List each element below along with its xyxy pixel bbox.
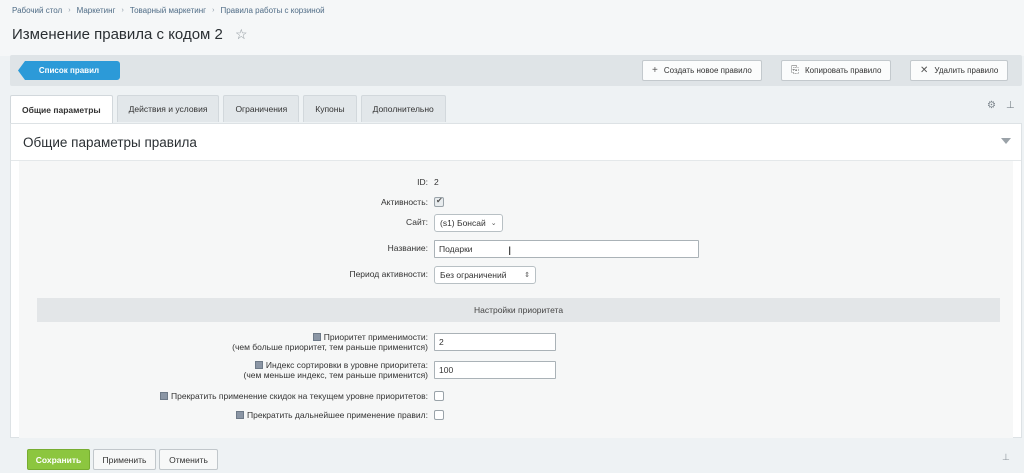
chevron-right-icon: › [212, 7, 215, 14]
delete-rule-label: Удалить правило [934, 66, 999, 75]
hint-square-icon [236, 411, 244, 419]
chevron-down-icon: ⌄ [490, 220, 497, 227]
hint-square-icon [312, 333, 321, 341]
stop-all-label: Прекратить дальнейшее применение правил: [236, 410, 428, 420]
period-select-value: Без ограничений [440, 270, 507, 280]
star-icon[interactable]: ☆ [235, 26, 248, 43]
active-checkbox[interactable] [434, 196, 444, 207]
tab-coupons[interactable]: Купоны [303, 95, 357, 122]
toolbar: Список правил + Создать новое правило ⎘ … [10, 55, 1022, 86]
breadcrumb-item-product-marketing[interactable]: Товарный маркетинг [130, 6, 206, 15]
bottom-bar: Сохранить Применить Отменить ⊥ [0, 444, 1024, 473]
period-select[interactable]: Без ограничений ⇕ [434, 266, 536, 284]
create-rule-label: Создать новое правило [663, 66, 752, 75]
name-input[interactable]: Подарки [434, 240, 699, 258]
chevron-right-icon: › [121, 7, 124, 14]
copy-rule-button[interactable]: ⎘ Копировать правило [781, 60, 892, 81]
stop-all-checkbox[interactable] [434, 410, 444, 420]
id-row: ID: 2 [19, 173, 1013, 193]
save-button[interactable]: Сохранить [27, 449, 90, 470]
breadcrumb: Рабочий стол › Маркетинг › Товарный марк… [12, 6, 325, 15]
id-label: ID: [417, 177, 428, 187]
hint-square-icon [160, 392, 168, 400]
stop-level-label: Прекратить применение скидок на текущем … [160, 391, 428, 401]
sort-label: Индекс сортировки в уровне приоритета: (… [243, 360, 429, 380]
site-label: Сайт: [406, 217, 428, 227]
site-row: Сайт: (s1) Бонсай ⌄ [19, 213, 1013, 233]
site-select-value: (s1) Бонсай [440, 218, 486, 228]
stop-all-row: Прекратить дальнейшее применение правил: [19, 406, 1013, 426]
hint-square-icon [254, 361, 263, 369]
tab-bar: Общие параметры Действия и условия Огран… [10, 95, 446, 123]
breadcrumb-item-marketing[interactable]: Маркетинг [77, 6, 116, 15]
updown-arrow-icon: ⇕ [524, 272, 530, 279]
priority-section-header: Настройки приоритета [37, 298, 1000, 322]
active-label: Активность: [381, 197, 428, 207]
period-label: Период активности: [349, 269, 428, 279]
period-row: Период активности: Без ограничений ⇕ [19, 265, 1013, 285]
priority-row: Приоритет применимости: (чем больше прио… [19, 332, 1013, 354]
panel-title: Общие параметры правила [23, 135, 197, 150]
sort-input[interactable]: 100 [434, 361, 556, 379]
top-header: Рабочий стол › Маркетинг › Товарный марк… [0, 0, 1024, 56]
plus-icon: + [652, 65, 658, 76]
close-icon: ✕ [920, 65, 929, 76]
site-select[interactable]: (s1) Бонсай ⌄ [434, 214, 503, 232]
copy-rule-label: Копировать правило [805, 66, 882, 75]
copy-icon: ⎘ [791, 65, 799, 76]
stop-level-checkbox[interactable] [434, 391, 444, 401]
tab-general[interactable]: Общие параметры [10, 95, 113, 123]
priority-input[interactable]: 2 [434, 333, 556, 351]
stop-level-row: Прекратить применение скидок на текущем … [19, 387, 1013, 407]
priority-label: Приоритет применимости: (чем больше прио… [232, 332, 428, 352]
tab-restrictions[interactable]: Ограничения [223, 95, 300, 122]
breadcrumb-item-cart-rules[interactable]: Правила работы с корзиной [220, 6, 324, 15]
apply-button[interactable]: Применить [93, 449, 156, 470]
name-label: Название: [387, 243, 428, 253]
create-rule-button[interactable]: + Создать новое правило [642, 60, 762, 81]
name-row: Название: Подарки [19, 239, 1013, 259]
id-value: 2 [434, 177, 439, 187]
tab-additional[interactable]: Дополнительно [360, 95, 446, 122]
page-title: Изменение правила с кодом 2 [12, 26, 223, 43]
cancel-button[interactable]: Отменить [159, 449, 218, 470]
tab-actions-conditions[interactable]: Действия и условия [116, 95, 220, 122]
text-cursor-icon: I [508, 244, 512, 258]
general-params-panel: Общие параметры правила ID: 2 Активность… [10, 123, 1022, 438]
breadcrumb-item-desktop[interactable]: Рабочий стол [12, 6, 62, 15]
gear-icon[interactable]: ⚙ [987, 100, 996, 111]
pin-icon[interactable]: ⊥ [1006, 100, 1015, 111]
tab-tools: ⚙ ⊥ [987, 100, 1015, 111]
active-row: Активность: [19, 193, 1013, 213]
chevron-right-icon: › [68, 7, 71, 14]
delete-rule-button[interactable]: ✕ Удалить правило [910, 60, 1009, 81]
chevron-down-icon[interactable] [1001, 138, 1011, 144]
form-area: ID: 2 Активность: Сайт: (s1) Бонсай ⌄ На… [19, 161, 1013, 438]
rules-list-button[interactable]: Список правил [18, 61, 120, 80]
sort-row: Индекс сортировки в уровне приоритета: (… [19, 360, 1013, 382]
pin-icon[interactable]: ⊥ [1002, 452, 1010, 463]
